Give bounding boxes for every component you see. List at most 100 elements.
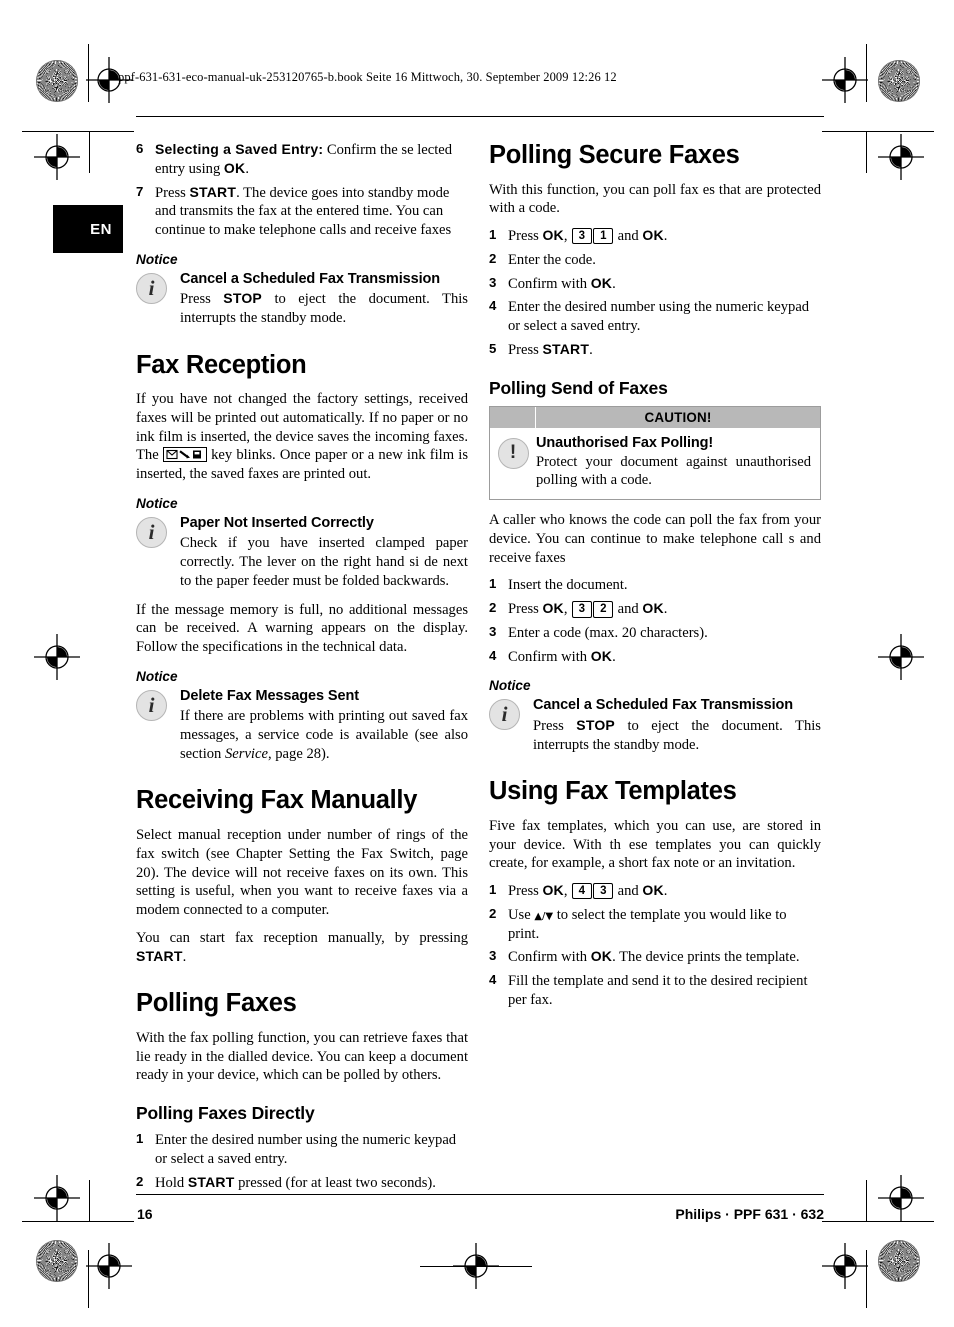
- step-item: 7 Press START. The device goes into stand…: [136, 184, 468, 240]
- text-run: and: [613, 228, 643, 245]
- receiving-manually-paragraph-2: You can start fax reception manually, by…: [136, 929, 468, 967]
- keypad-key-3-icon: 3: [571, 228, 593, 245]
- notice-block-cancel-scheduled-fax: i Cancel a Scheduled Fax Transmission Pr…: [489, 697, 821, 754]
- text-run: Press: [508, 883, 543, 900]
- notice-text: Paper Not Inserted Correctly Check if yo…: [180, 515, 468, 591]
- step-item: 2 Use ▲/▼ to select the template you woul…: [489, 906, 821, 944]
- text-run: .: [663, 883, 668, 900]
- heading-fax-reception: Fax Reception: [136, 350, 307, 379]
- text-run: Confirm with: [508, 275, 591, 292]
- notice-text: Delete Fax Messages Sent If there are pr…: [180, 688, 468, 764]
- step-text: Confirm with OK. The device prints the t…: [508, 948, 799, 966]
- step-item: 4 Enter the desired number using the nume…: [489, 298, 821, 336]
- text-run: Enter a code (max. 20 characters).: [508, 624, 708, 641]
- step-number: 3: [489, 623, 497, 639]
- caution-header: CAUTION!: [490, 406, 820, 428]
- text-run: Press: [508, 341, 543, 358]
- caution-title: Unauthorised Fax Polling!: [536, 434, 714, 451]
- step-number: 4: [489, 298, 497, 314]
- using-templates-steps: 1 Press OK, 43 and OK. 2 Use ▲/▼ to select …: [489, 882, 821, 1010]
- device-key-label: START: [136, 947, 183, 964]
- step-text: Press START.: [508, 340, 593, 358]
- text-run: Press: [508, 601, 543, 618]
- notice-body: Press STOP to eject the document. This i…: [533, 717, 821, 755]
- text-run: Fill the template and send it to the des…: [508, 973, 808, 1008]
- text-run: Confirm with: [508, 648, 591, 665]
- notice-title: Delete Fax Messages Sent: [180, 687, 359, 704]
- device-key-label: START: [187, 1173, 235, 1190]
- text-run: .: [612, 275, 616, 292]
- step-text: Press START. The device goes into standb…: [155, 184, 451, 239]
- device-key-label: Selecting a Saved Entry:: [155, 141, 324, 157]
- notice-title: Paper Not Inserted Correctly: [180, 514, 374, 531]
- polling-secure-steps: 1 Press OK, 31 and OK. 2 Enter the code. 3 Co…: [489, 227, 821, 360]
- step-number: 3: [489, 948, 497, 964]
- device-key-label: STOP: [223, 290, 262, 307]
- left-column: 6 Selecting a Saved Entry: Confirm the se…: [136, 141, 468, 1197]
- step-item: 1 Press OK, 43 and OK.: [489, 882, 821, 901]
- manual-page: ppf-631-631-eco-manual-uk-253120765-b.bo…: [0, 0, 954, 1327]
- memory-full-paragraph: If the message memory is full, no additi…: [136, 601, 468, 656]
- text-run: .: [589, 341, 593, 358]
- step-text: Enter the code.: [508, 252, 596, 268]
- step-text: Press OK, 32 and OK.: [508, 600, 667, 618]
- step-item: 2 Enter the code.: [489, 251, 821, 270]
- step-text: Selecting a Saved Entry: Confirm the se …: [155, 141, 452, 177]
- info-i-icon: i: [136, 689, 167, 721]
- step-item: 1 Press OK, 31 and OK.: [489, 227, 821, 246]
- text-run: ,: [563, 601, 572, 618]
- text-run: Press: [180, 291, 224, 308]
- keypad-key-4-icon: 4: [571, 883, 593, 900]
- device-key-label: OK: [590, 274, 613, 291]
- text-run: Enter the code.: [508, 251, 596, 268]
- step-item: 1 Insert the document.: [489, 576, 821, 595]
- cross-reference: Service: [225, 745, 268, 762]
- step-number: 1: [489, 227, 497, 243]
- step-item: 6 Selecting a Saved Entry: Confirm the se…: [136, 141, 468, 179]
- text-run: Hold: [155, 1174, 188, 1191]
- step-item: 3 Confirm with OK. The device prints the …: [489, 948, 821, 967]
- subheading-polling-faxes-directly: Polling Faxes Directly: [136, 1103, 315, 1124]
- heading-polling-faxes: Polling Faxes: [136, 989, 297, 1018]
- step-number: 1: [136, 1131, 144, 1147]
- footer-brand: Philips · PPF 631 · 632: [675, 1206, 824, 1222]
- device-key-label: OK: [542, 600, 564, 617]
- device-key-label: START: [542, 340, 590, 357]
- step-number: 1: [489, 576, 497, 592]
- device-key-label: STOP: [576, 716, 615, 733]
- step-number: 4: [489, 972, 497, 988]
- step-text: Confirm with OK.: [508, 648, 616, 665]
- step-number: 2: [489, 905, 497, 921]
- info-i-icon: i: [136, 516, 167, 548]
- info-i-icon: i: [489, 699, 520, 731]
- step-number: 2: [489, 250, 497, 266]
- heading-using-fax-templates: Using Fax Templates: [489, 777, 737, 806]
- step-text: Hold START pressed (for at least two sec…: [155, 1173, 436, 1191]
- file-header-line: ppf-631-631-eco-manual-uk-253120765-b.bo…: [118, 70, 617, 84]
- step-item: 2 Hold START pressed (for at least two se…: [136, 1174, 468, 1193]
- notice-title: Cancel a Scheduled Fax Transmission: [180, 270, 441, 287]
- exclamation-circle-icon: !: [497, 437, 529, 469]
- notice-label: Notice: [136, 668, 178, 684]
- notice-label: Notice: [136, 495, 178, 511]
- notice-body: Check if you have inserted clamped paper…: [180, 535, 468, 589]
- step-text: Use ▲/▼ to select the template you would…: [508, 907, 787, 942]
- step-number: 2: [136, 1173, 144, 1189]
- step-number: 7: [136, 183, 144, 199]
- subheading-polling-send-of-faxes: Polling Send of Faxes: [489, 377, 668, 398]
- step-number: 5: [489, 340, 497, 356]
- caution-header-icon-cell: [490, 406, 536, 428]
- text-run: pressed (for at least two seconds).: [234, 1174, 436, 1191]
- heading-polling-secure-faxes: Polling Secure Faxes: [489, 141, 740, 169]
- using-templates-paragraph: Five fax templates, which you can use, a…: [489, 817, 821, 872]
- header-rule: [136, 116, 824, 117]
- text-run: Press: [155, 184, 190, 201]
- text-run: , page 28).: [267, 745, 330, 762]
- text-run: Insert the document.: [508, 577, 628, 594]
- right-column: Polling Secure Faxes With this function,…: [489, 141, 821, 1015]
- step-item: 3 Confirm with OK.: [489, 275, 821, 294]
- text-run: Confirm with: [508, 949, 591, 966]
- step-item: 2 Press OK, 32 and OK.: [489, 600, 821, 619]
- language-tab-en: EN: [53, 205, 123, 253]
- polling-secure-paragraph: With this function, you can poll fax es …: [489, 181, 821, 217]
